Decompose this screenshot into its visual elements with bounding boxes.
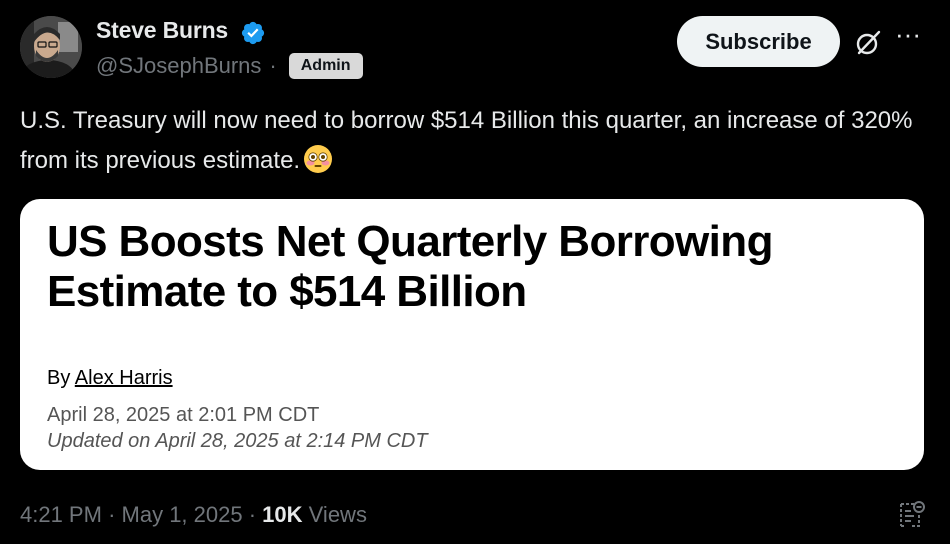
- verified-icon: [241, 21, 265, 45]
- card-updated: Updated on April 28, 2025 at 2:14 PM CDT: [47, 430, 428, 452]
- post-time[interactable]: 4:21 PM: [20, 502, 102, 527]
- grok-icon[interactable]: [853, 28, 883, 58]
- card-author-link[interactable]: Alex Harris: [75, 367, 173, 389]
- meta-separator: ·: [108, 502, 116, 527]
- author-name[interactable]: Steve Burns: [96, 17, 228, 44]
- more-icon[interactable]: ···: [893, 21, 923, 52]
- card-byline: By Alex Harris: [47, 367, 173, 390]
- subscribe-button[interactable]: Subscribe: [677, 16, 840, 67]
- post-body: U.S. Treasury will now need to borrow $5…: [20, 107, 913, 174]
- handle-row: @SJosephBurns · Admin: [96, 51, 363, 81]
- card-dateline: April 28, 2025 at 2:01 PM CDT Updated on…: [47, 402, 428, 454]
- avatar[interactable]: [20, 16, 82, 78]
- meta-separator: ·: [248, 502, 257, 527]
- views-label: Views: [308, 502, 367, 527]
- byline-label: By: [47, 367, 71, 389]
- card-published: April 28, 2025 at 2:01 PM CDT: [47, 404, 320, 426]
- post-text: U.S. Treasury will now need to borrow $5…: [20, 101, 920, 181]
- post-date[interactable]: May 1, 2025: [122, 502, 243, 527]
- post-meta: 4:21 PM · May 1, 2025 · 10K Views: [20, 502, 367, 528]
- admin-badge: Admin: [288, 53, 363, 79]
- article-card[interactable]: US Boosts Net Quarterly Borrowing Estima…: [20, 199, 924, 470]
- card-headline: US Boosts Net Quarterly Borrowing Estima…: [47, 217, 773, 316]
- flushed-face-emoji: [304, 145, 333, 173]
- views-count: 10K: [262, 502, 303, 527]
- bookmark-icon[interactable]: [894, 499, 926, 531]
- author-handle[interactable]: @SJosephBurns: [96, 53, 261, 79]
- handle-separator: ·: [269, 53, 277, 78]
